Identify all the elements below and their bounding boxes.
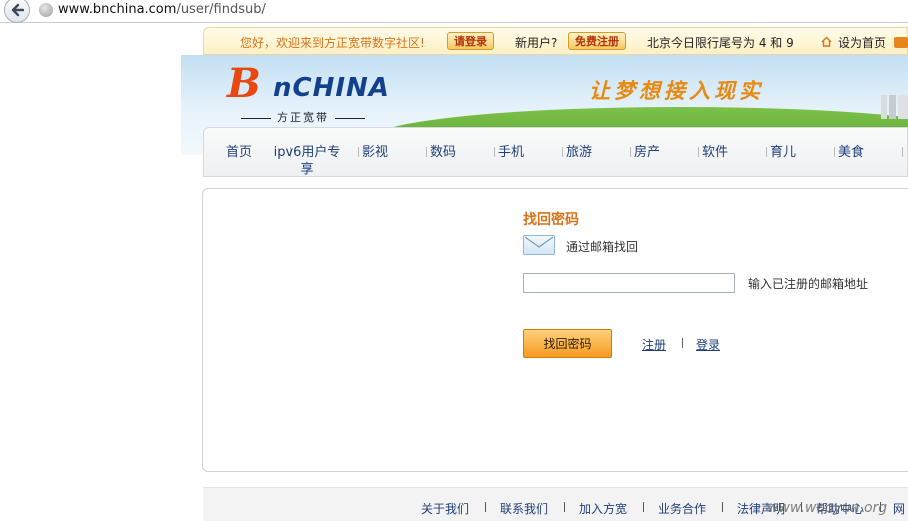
nav-item-home[interactable]: 首页: [204, 144, 274, 161]
footer-separator: [485, 502, 486, 512]
nav-item-digital[interactable]: 数码: [408, 144, 478, 161]
login-button[interactable]: 请登录: [447, 32, 494, 50]
link-separator: [682, 338, 683, 348]
nav-separator: [902, 147, 903, 157]
find-password-button[interactable]: 找回密码: [523, 329, 612, 358]
login-link[interactable]: 登录: [696, 336, 720, 353]
register-link[interactable]: 注册: [642, 336, 666, 353]
footer-link-business[interactable]: 业务合作: [658, 500, 706, 517]
footer-link-more[interactable]: 网: [893, 500, 905, 517]
email-hint: 输入已注册的邮箱地址: [748, 277, 869, 291]
back-button[interactable]: [4, 0, 30, 23]
watermark: www.wooyun.org: [767, 500, 888, 516]
traffic-limit-text: 北京今日限行尾号为 4 和 9: [647, 36, 794, 50]
welcome-text: 您好，欢迎来到方正宽带数字社区!: [240, 36, 425, 50]
home-icon: [821, 36, 832, 47]
footer-separator: [643, 502, 644, 512]
site-page: 您好，欢迎来到方正宽带数字社区! 请登录 新用户? 免费注册 北京今日限行尾号为…: [181, 27, 908, 521]
url-path: /user/findsub/: [176, 2, 266, 17]
favorite-icon[interactable]: [894, 37, 908, 48]
footer-separator: [722, 502, 723, 512]
recover-method-label: 通过邮箱找回: [566, 240, 639, 254]
footer-link-contact[interactable]: 联系我们: [500, 500, 548, 517]
slogan: 让梦想接入现实: [589, 78, 764, 103]
url-domain: www.bnchina.com: [58, 2, 177, 17]
nav-item-food[interactable]: 美食: [816, 144, 886, 161]
address-bar: www.bnchina.com/user/findsub/: [0, 0, 908, 23]
footer-link-join[interactable]: 加入方宽: [579, 500, 627, 517]
logo-letter[interactable]: B: [227, 61, 261, 107]
set-homepage-link[interactable]: 设为首页: [838, 34, 886, 51]
nav-item-video[interactable]: 影视: [340, 144, 410, 161]
globe-icon: [39, 3, 53, 17]
page-title: 找回密码: [523, 212, 579, 228]
city-decoration: [881, 95, 908, 119]
nav-item-mobile[interactable]: 手机: [476, 144, 546, 161]
top-bar: 您好，欢迎来到方正宽带数字社区! 请登录 新用户? 免费注册 北京今日限行尾号为…: [203, 27, 908, 55]
new-user-text: 新用户?: [515, 36, 558, 50]
nav-item-parenting[interactable]: 育儿: [748, 144, 818, 161]
url-field[interactable]: www.bnchina.com/user/findsub/: [58, 2, 266, 17]
nav-item-software[interactable]: 软件: [680, 144, 750, 161]
arrow-left-icon: [11, 3, 24, 17]
envelope-icon: [523, 235, 555, 255]
nav-item-ipv6[interactable]: ipv6用户专享: [270, 144, 344, 178]
footer-separator: [564, 502, 565, 512]
nav-item-travel[interactable]: 旅游: [544, 144, 614, 161]
main-nav: 首页 ipv6用户专享 影视 数码 手机 旅游 房产 软件 育儿 美食: [203, 127, 908, 177]
footer-link-about[interactable]: 关于我们: [421, 500, 469, 517]
nav-item-realestate[interactable]: 房产: [612, 144, 682, 161]
register-button[interactable]: 免费注册: [568, 32, 626, 50]
logo-subtitle: 方正宽带: [235, 109, 371, 125]
logo-text[interactable]: nCHINA: [273, 73, 390, 103]
find-password-panel: 找回密码 通过邮箱找回 输入已注册的邮箱地址 找回密码 注册 登录: [202, 188, 908, 472]
email-field[interactable]: [523, 273, 735, 293]
